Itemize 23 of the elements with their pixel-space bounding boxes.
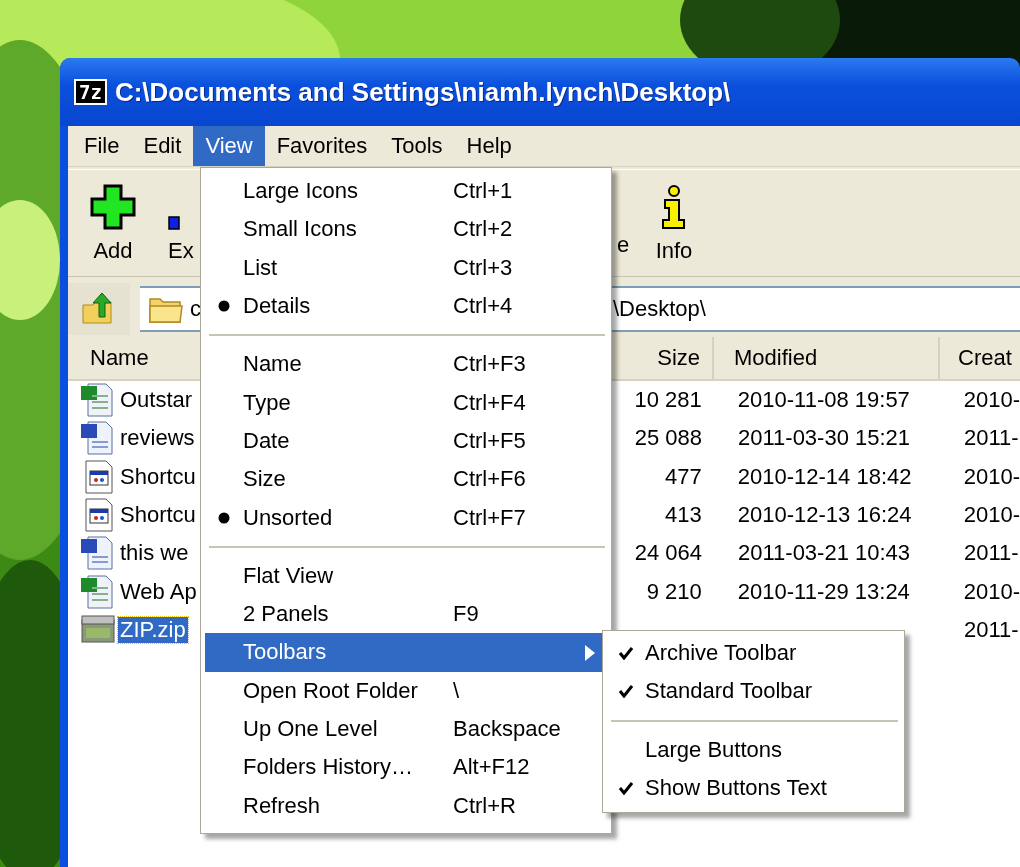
table-cell-text: 477 bbox=[664, 463, 703, 490]
address-text: c bbox=[190, 296, 201, 322]
table-cell-text: 2011-03-30 15:21 bbox=[737, 425, 912, 452]
table-cell-text: 2010-11-08 19:57 bbox=[736, 387, 911, 414]
table-cell-text: 2011- bbox=[963, 540, 1019, 567]
table-cell-text: 2010-12-14 18:42 bbox=[736, 463, 913, 490]
address-text: \Desktop\ bbox=[613, 296, 706, 322]
table-cell-text: 2010- bbox=[962, 502, 1020, 529]
table-cell-text: 2010- bbox=[962, 463, 1020, 490]
window-title: C:\Documents and Settings\niamh.lynch\Desktop\ bbox=[114, 76, 731, 108]
table-cell-text: 2010-12-13 16:24 bbox=[736, 502, 913, 529]
table-cell-text: 9 210 bbox=[645, 578, 703, 605]
table-cell-text: 25 088 bbox=[633, 425, 703, 452]
table-cell-text: 2011-03-21 10:43 bbox=[737, 540, 912, 567]
app-logo: 7z bbox=[74, 79, 107, 105]
table-cell-text: 2010-11-29 13:24 bbox=[736, 578, 911, 605]
table-cell-text: 2011- bbox=[963, 616, 1019, 643]
table-cell-text: 10 281 bbox=[633, 387, 703, 414]
table-cell-text: 2010- bbox=[962, 578, 1020, 605]
table-cell-text: 413 bbox=[664, 502, 703, 529]
table-cell-text: 2011- bbox=[963, 425, 1019, 452]
table-cell-text: 24 064 bbox=[633, 540, 703, 567]
table-cell-text: 2010- bbox=[962, 387, 1020, 414]
